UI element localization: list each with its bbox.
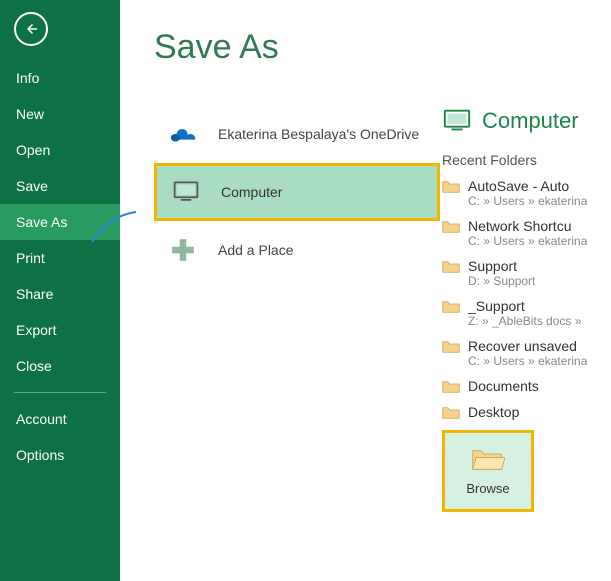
location-add-a-place[interactable]: Add a Place (154, 221, 440, 279)
recent-folder[interactable]: Documents (442, 378, 611, 394)
add-icon (164, 231, 202, 269)
location-computer[interactable]: Computer (154, 163, 440, 221)
nav-item-print[interactable]: Print (0, 240, 120, 276)
folder-name: Support (468, 258, 535, 274)
recent-folder[interactable]: Network ShortcuC: » Users » ekaterina (442, 218, 611, 248)
recent-folder[interactable]: AutoSave - AutoC: » Users » ekaterina (442, 178, 611, 208)
nav-item-save[interactable]: Save (0, 168, 120, 204)
folder-name: Documents (468, 378, 539, 394)
folder-icon (442, 300, 460, 314)
folder-icon (442, 180, 460, 194)
page-title: Save As (154, 28, 440, 67)
back-arrow-icon (22, 20, 40, 38)
nav-item-account[interactable]: Account (0, 401, 120, 437)
folder-open-icon (471, 447, 505, 473)
folder-path: C: » Users » ekaterina (468, 354, 587, 368)
folder-path: C: » Users » ekaterina (468, 234, 587, 248)
recent-folder[interactable]: Desktop (442, 404, 611, 420)
recent-folder[interactable]: _SupportZ: » _AbleBits docs » (442, 298, 611, 328)
folder-path: Z: » _AbleBits docs » (468, 314, 581, 328)
location-heading: Computer (442, 106, 611, 136)
back-button[interactable] (14, 12, 48, 46)
folder-name: Desktop (468, 404, 519, 420)
nav-item-save-as[interactable]: Save As (0, 204, 120, 240)
folder-name: _Support (468, 298, 581, 314)
computer-icon (167, 173, 205, 211)
onedrive-icon (164, 115, 202, 153)
location-ekaterina-bespalaya-s-onedrive[interactable]: Ekaterina Bespalaya's OneDrive (154, 105, 440, 163)
nav-item-close[interactable]: Close (0, 348, 120, 384)
save-as-detail-panel: Computer Recent Folders AutoSave - AutoC… (440, 0, 611, 581)
folder-icon (442, 260, 460, 274)
recent-folders-label: Recent Folders (442, 152, 611, 168)
folder-icon (442, 220, 460, 234)
folder-path: C: » Users » ekaterina (468, 194, 587, 208)
nav-item-share[interactable]: Share (0, 276, 120, 312)
nav-item-options[interactable]: Options (0, 437, 120, 473)
backstage-sidebar: InfoNewOpenSaveSave AsPrintShareExportCl… (0, 0, 120, 581)
recent-folder[interactable]: Recover unsavedC: » Users » ekaterina (442, 338, 611, 368)
location-label: Computer (221, 184, 282, 200)
browse-label: Browse (466, 481, 509, 496)
nav-item-export[interactable]: Export (0, 312, 120, 348)
nav-item-open[interactable]: Open (0, 132, 120, 168)
folder-name: Network Shortcu (468, 218, 587, 234)
folder-icon (442, 380, 460, 394)
nav-item-info[interactable]: Info (0, 60, 120, 96)
sidebar-divider (14, 392, 106, 393)
browse-button[interactable]: Browse (442, 430, 534, 512)
recent-folder[interactable]: SupportD: » Support (442, 258, 611, 288)
location-heading-label: Computer (482, 108, 579, 134)
folder-icon (442, 340, 460, 354)
save-as-locations-panel: Save As Ekaterina Bespalaya's OneDrive Co… (120, 0, 440, 581)
folder-icon (442, 406, 460, 420)
nav-item-new[interactable]: New (0, 96, 120, 132)
folder-path: D: » Support (468, 274, 535, 288)
folder-name: AutoSave - Auto (468, 178, 587, 194)
location-label: Ekaterina Bespalaya's OneDrive (218, 126, 419, 142)
computer-icon (442, 106, 472, 136)
location-label: Add a Place (218, 242, 294, 258)
folder-name: Recover unsaved (468, 338, 587, 354)
